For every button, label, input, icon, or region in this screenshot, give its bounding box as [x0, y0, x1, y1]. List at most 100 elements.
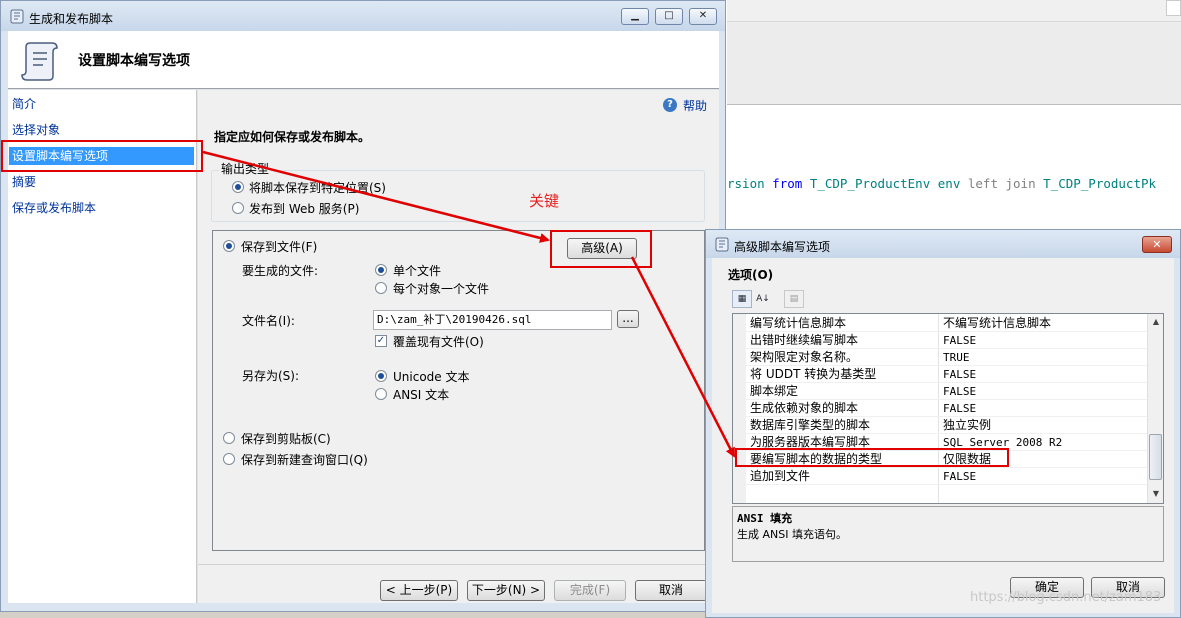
output-type-legend: 输出类型 — [219, 160, 272, 177]
advanced-title: 高级脚本编写选项 — [734, 240, 831, 254]
generate-scripts-wizard: 生成和发布脚本 ▁ □ ✕ 设置脚本编写选项 简介 选择对象 设置脚本编写选项 … — [0, 0, 726, 612]
property-row[interactable]: 数据库引擎类型的脚本 独立实例 — [733, 417, 1147, 434]
sort-az-icon[interactable]: A↓ — [753, 290, 773, 308]
clipboard-radio[interactable] — [223, 432, 235, 444]
description-panel: ANSI 填充 生成 ANSI 填充语句。 — [732, 506, 1164, 562]
code-line: rsion from T_CDP_ProductEnv env left joi… — [727, 176, 1156, 191]
clipboard-label[interactable]: 保存到剪贴板(C) — [241, 430, 331, 447]
background-window-button — [1166, 0, 1181, 16]
code-prefix: rsion — [727, 176, 765, 191]
advanced-body: 选项(O) ▦ A↓ ▤ 编写统计信息脚本 不编写统计信息脚本 出错时继续编写脚本… — [712, 258, 1174, 613]
property-row[interactable]: 生成依赖对象的脚本 FALSE — [733, 400, 1147, 417]
help-icon[interactable]: ? — [663, 98, 677, 112]
options-section-label: 选项(O) — [728, 268, 774, 282]
advanced-titlebar[interactable]: 高级脚本编写选项 ✕ — [706, 230, 1180, 258]
scroll-down-icon[interactable]: ▼ — [1150, 489, 1162, 499]
highlight-data-type-box — [735, 448, 1009, 467]
unicode-radio[interactable] — [375, 370, 387, 382]
single-file-label[interactable]: 单个文件 — [393, 262, 441, 279]
nav-item-intro[interactable]: 简介 — [12, 95, 36, 113]
property-name: 编写统计信息脚本 — [750, 316, 847, 330]
nav-item-save-publish[interactable]: 保存或发布脚本 — [12, 199, 96, 217]
property-name: 架构限定对象名称。 — [750, 350, 859, 364]
unicode-label[interactable]: Unicode 文本 — [393, 368, 469, 385]
nav-item-choose-objects[interactable]: 选择对象 — [12, 121, 60, 139]
property-name: 数据库引擎类型的脚本 — [750, 418, 871, 432]
page-title: 设置脚本编写选项 — [78, 53, 190, 69]
wizard-title: 生成和发布脚本 — [29, 12, 114, 26]
overwrite-checkbox[interactable]: ✓ — [375, 335, 387, 347]
save-to-file-label[interactable]: 保存到文件(F) — [241, 238, 317, 255]
property-row[interactable]: 追加到文件 FALSE — [733, 468, 1147, 485]
code-table-2: T_CDP_ProductPk — [1043, 176, 1157, 191]
file-per-object-radio[interactable] — [375, 282, 387, 294]
prev-button[interactable]: < 上一步(P) — [380, 580, 458, 601]
background-toolbar — [727, 0, 1181, 22]
description-text: 生成 ANSI 填充语句。 — [737, 528, 847, 541]
property-row[interactable]: 编写统计信息脚本 不编写统计信息脚本 — [733, 315, 1147, 332]
new-query-label[interactable]: 保存到新建查询窗口(Q) — [241, 451, 368, 468]
property-row[interactable]: 将 UDDT 转换为基类型 FALSE — [733, 366, 1147, 383]
finish-button[interactable]: 完成(F) — [554, 580, 626, 601]
next-button[interactable]: 下一步(N) > — [467, 580, 545, 601]
advanced-options-dialog: 高级脚本编写选项 ✕ 选项(O) ▦ A↓ ▤ 编写统计信息脚本 不编写统计信息脚… — [705, 229, 1181, 618]
code-keyword-from: from — [772, 176, 803, 191]
file-name-label: 文件名(I): — [242, 314, 295, 328]
annotation-label: 关键 — [529, 192, 560, 210]
file-name-input[interactable]: D:\zam_补丁\20190426.sql — [373, 310, 612, 330]
highlight-nav-box — [1, 140, 203, 172]
property-grid: 编写统计信息脚本 不编写统计信息脚本 出错时继续编写脚本 FALSE 架构限定对象名… — [732, 313, 1164, 504]
property-value[interactable]: FALSE — [943, 332, 976, 349]
property-row[interactable]: 脚本绑定 FALSE — [733, 383, 1147, 400]
save-to-file-radio[interactable] — [223, 240, 235, 252]
property-value[interactable]: FALSE — [943, 400, 976, 417]
wizard-titlebar[interactable]: 生成和发布脚本 ▁ □ ✕ — [1, 1, 725, 31]
property-pages-icon[interactable]: ▤ — [784, 290, 804, 308]
background-divider — [727, 104, 1181, 105]
new-query-radio[interactable] — [223, 453, 235, 465]
property-name: 脚本绑定 — [750, 384, 799, 398]
scroll-icon — [21, 42, 58, 81]
script-icon — [715, 237, 729, 252]
save-as-label: 另存为(S): — [242, 369, 300, 383]
property-value[interactable]: FALSE — [943, 383, 976, 400]
highlight-advanced-box — [550, 230, 652, 268]
property-value[interactable]: FALSE — [943, 366, 976, 383]
nav-item-summary[interactable]: 摘要 — [12, 173, 36, 191]
code-table-1: T_CDP_ProductEnv — [809, 176, 931, 191]
property-name: 追加到文件 — [750, 469, 811, 483]
browse-button[interactable]: ... — [617, 310, 639, 328]
scroll-thumb[interactable] — [1149, 434, 1162, 480]
files-to-generate-label: 要生成的文件: — [242, 264, 319, 278]
script-icon — [10, 9, 24, 24]
file-per-object-label[interactable]: 每个对象一个文件 — [393, 280, 489, 297]
maximize-button[interactable]: □ — [655, 8, 683, 25]
save-location-label[interactable]: 将脚本保存到特定位置(S) — [249, 179, 386, 196]
description-title: ANSI 填充 — [737, 512, 793, 525]
publish-web-radio[interactable] — [232, 202, 244, 214]
publish-web-label[interactable]: 发布到 Web 服务(P) — [249, 200, 359, 217]
minimize-button[interactable]: ▁ — [621, 8, 649, 25]
help-link[interactable]: 帮助 — [683, 97, 707, 114]
code-join: left join — [967, 176, 1036, 191]
property-row[interactable]: 出错时继续编写脚本 FALSE — [733, 332, 1147, 349]
close-button[interactable]: ✕ — [689, 8, 717, 25]
ansi-label[interactable]: ANSI 文本 — [393, 386, 449, 403]
property-name: 将 UDDT 转换为基类型 — [750, 367, 877, 381]
save-location-radio[interactable] — [232, 181, 244, 193]
watermark: https://blog.csdn.net/zam183 — [970, 590, 1162, 605]
property-row[interactable]: 架构限定对象名称。 TRUE — [733, 349, 1147, 366]
property-value[interactable]: 独立实例 — [943, 417, 991, 434]
property-value[interactable]: 不编写统计信息脚本 — [943, 315, 1051, 332]
property-value[interactable]: FALSE — [943, 468, 976, 485]
scroll-up-icon[interactable]: ▲ — [1150, 317, 1162, 327]
advanced-close-button[interactable]: ✕ — [1142, 236, 1172, 253]
single-file-radio[interactable] — [375, 264, 387, 276]
property-value[interactable]: TRUE — [943, 349, 970, 366]
background-panel — [727, 22, 1181, 104]
property-name: 生成依赖对象的脚本 — [750, 401, 859, 415]
cancel-button[interactable]: 取消 — [635, 580, 707, 601]
overwrite-label[interactable]: 覆盖现有文件(O) — [393, 333, 484, 350]
ansi-radio[interactable] — [375, 388, 387, 400]
categorized-icon[interactable]: ▦ — [732, 290, 752, 308]
